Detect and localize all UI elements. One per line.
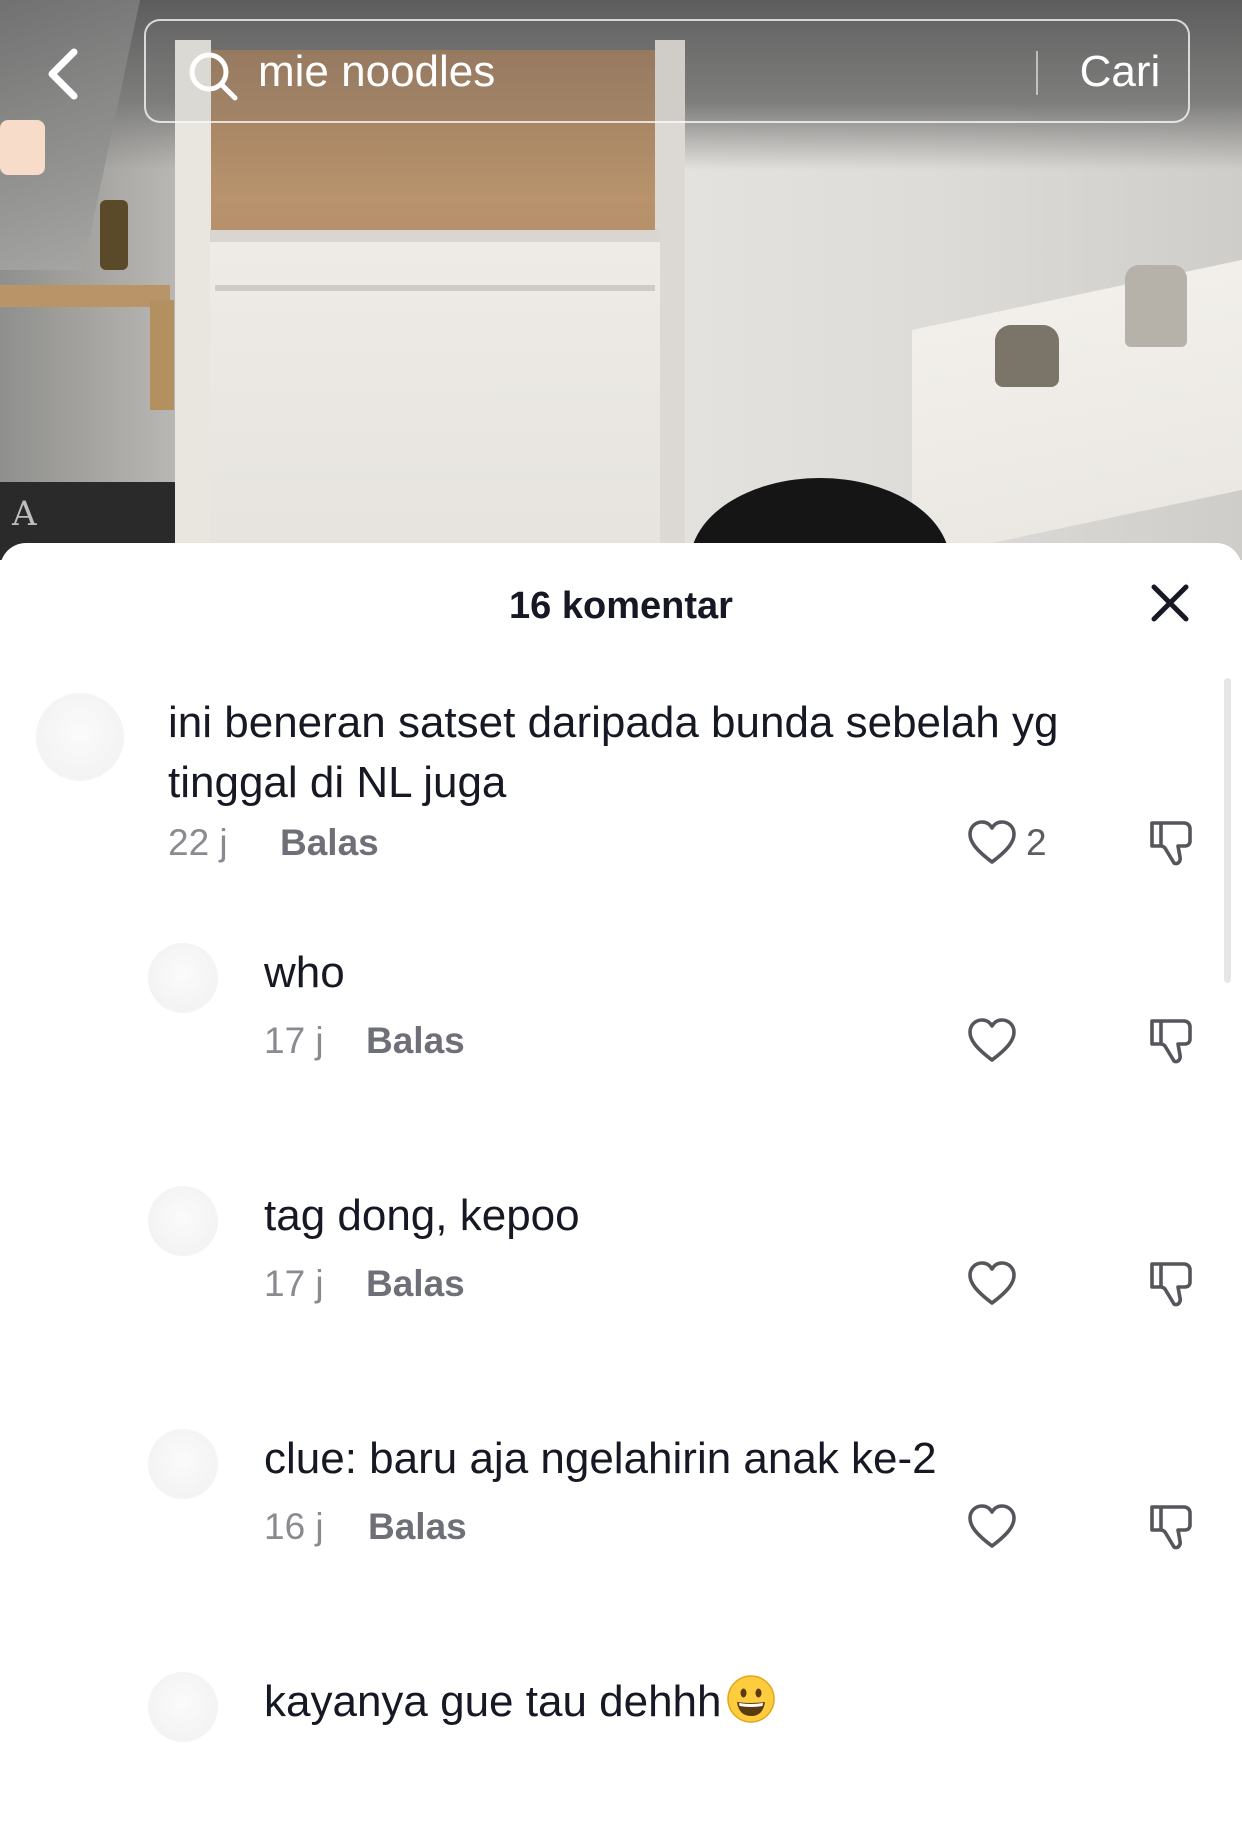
- wood-shelf-post: [150, 300, 174, 410]
- small-lamp: [100, 200, 128, 270]
- back-button[interactable]: [40, 44, 90, 104]
- cabinet-edge: [215, 285, 655, 291]
- reply-button[interactable]: Balas: [368, 1505, 467, 1549]
- reply-comment-item: who 17 j Balas: [0, 943, 1242, 1143]
- wood-shelf: [0, 285, 170, 307]
- like-count: 2: [1026, 822, 1047, 863]
- avatar[interactable]: [148, 943, 218, 1013]
- thumbs-down-icon[interactable]: [1146, 1501, 1196, 1553]
- thumbs-down-icon[interactable]: [1146, 1015, 1196, 1067]
- comment-text: who: [264, 948, 345, 997]
- wall-frame-letter: A: [12, 494, 37, 534]
- avatar[interactable]: [36, 693, 124, 781]
- comment-text-row: kayanya gue tau dehhh: [264, 1672, 1164, 1732]
- search-divider: [1036, 51, 1038, 95]
- comment-text: ini beneran satset daripada bunda sebela…: [168, 698, 1059, 807]
- reply-comment-item: kayanya gue tau dehhh: [0, 1672, 1242, 1836]
- comment-text: tag dong, kepoo: [264, 1191, 580, 1240]
- reply-button[interactable]: Balas: [280, 821, 379, 865]
- heart-icon[interactable]: [966, 1258, 1018, 1310]
- comment-text: kayanya gue tau dehhh: [264, 1677, 722, 1726]
- reply-comment-item: clue: baru aja ngelahirin anak ke-2 16 j…: [0, 1429, 1242, 1629]
- comment-timestamp: 17 j: [264, 1020, 324, 1061]
- thumbs-down-icon[interactable]: [1146, 817, 1196, 869]
- thumbs-down-icon[interactable]: [1146, 1258, 1196, 1310]
- search-input[interactable]: mie noodles: [258, 43, 1108, 101]
- avatar[interactable]: [148, 1429, 218, 1499]
- reply-comment-item: tag dong, kepoo 17 j Balas: [0, 1186, 1242, 1386]
- heart-icon[interactable]: [966, 1501, 1018, 1553]
- heart-icon[interactable]: [966, 1015, 1018, 1067]
- top-search-bar: mie noodles Cari: [0, 0, 1242, 140]
- comment-item: ini beneran satset daripada bunda sebela…: [0, 693, 1242, 933]
- kitchen-cabinet: [210, 230, 660, 560]
- comments-count-title: 16 komentar: [509, 585, 733, 627]
- chevron-left-icon: [48, 48, 78, 100]
- reply-button[interactable]: Balas: [366, 1019, 465, 1063]
- reply-button[interactable]: Balas: [366, 1262, 465, 1306]
- kitchen-cabinet-right: [912, 259, 1242, 560]
- comment-text: clue: baru aja ngelahirin anak ke-2: [264, 1434, 937, 1483]
- comment-timestamp: 16 j: [264, 1506, 324, 1547]
- search-box[interactable]: mie noodles Cari: [144, 19, 1190, 123]
- glass-jar: [1125, 265, 1187, 347]
- heart-icon[interactable]: [966, 817, 1018, 869]
- search-icon: [189, 52, 238, 101]
- comment-timestamp: 17 j: [264, 1263, 324, 1304]
- comment-timestamp: 22 j: [168, 822, 228, 863]
- comments-sheet: 16 komentar ini beneran satset daripada …: [0, 543, 1242, 1836]
- glass-jar: [995, 325, 1059, 387]
- avatar[interactable]: [148, 1672, 218, 1742]
- search-submit-button[interactable]: Cari: [1066, 41, 1174, 103]
- grinning-face-emoji-icon: [726, 1675, 775, 1723]
- close-icon[interactable]: [1146, 579, 1194, 627]
- avatar[interactable]: [148, 1186, 218, 1256]
